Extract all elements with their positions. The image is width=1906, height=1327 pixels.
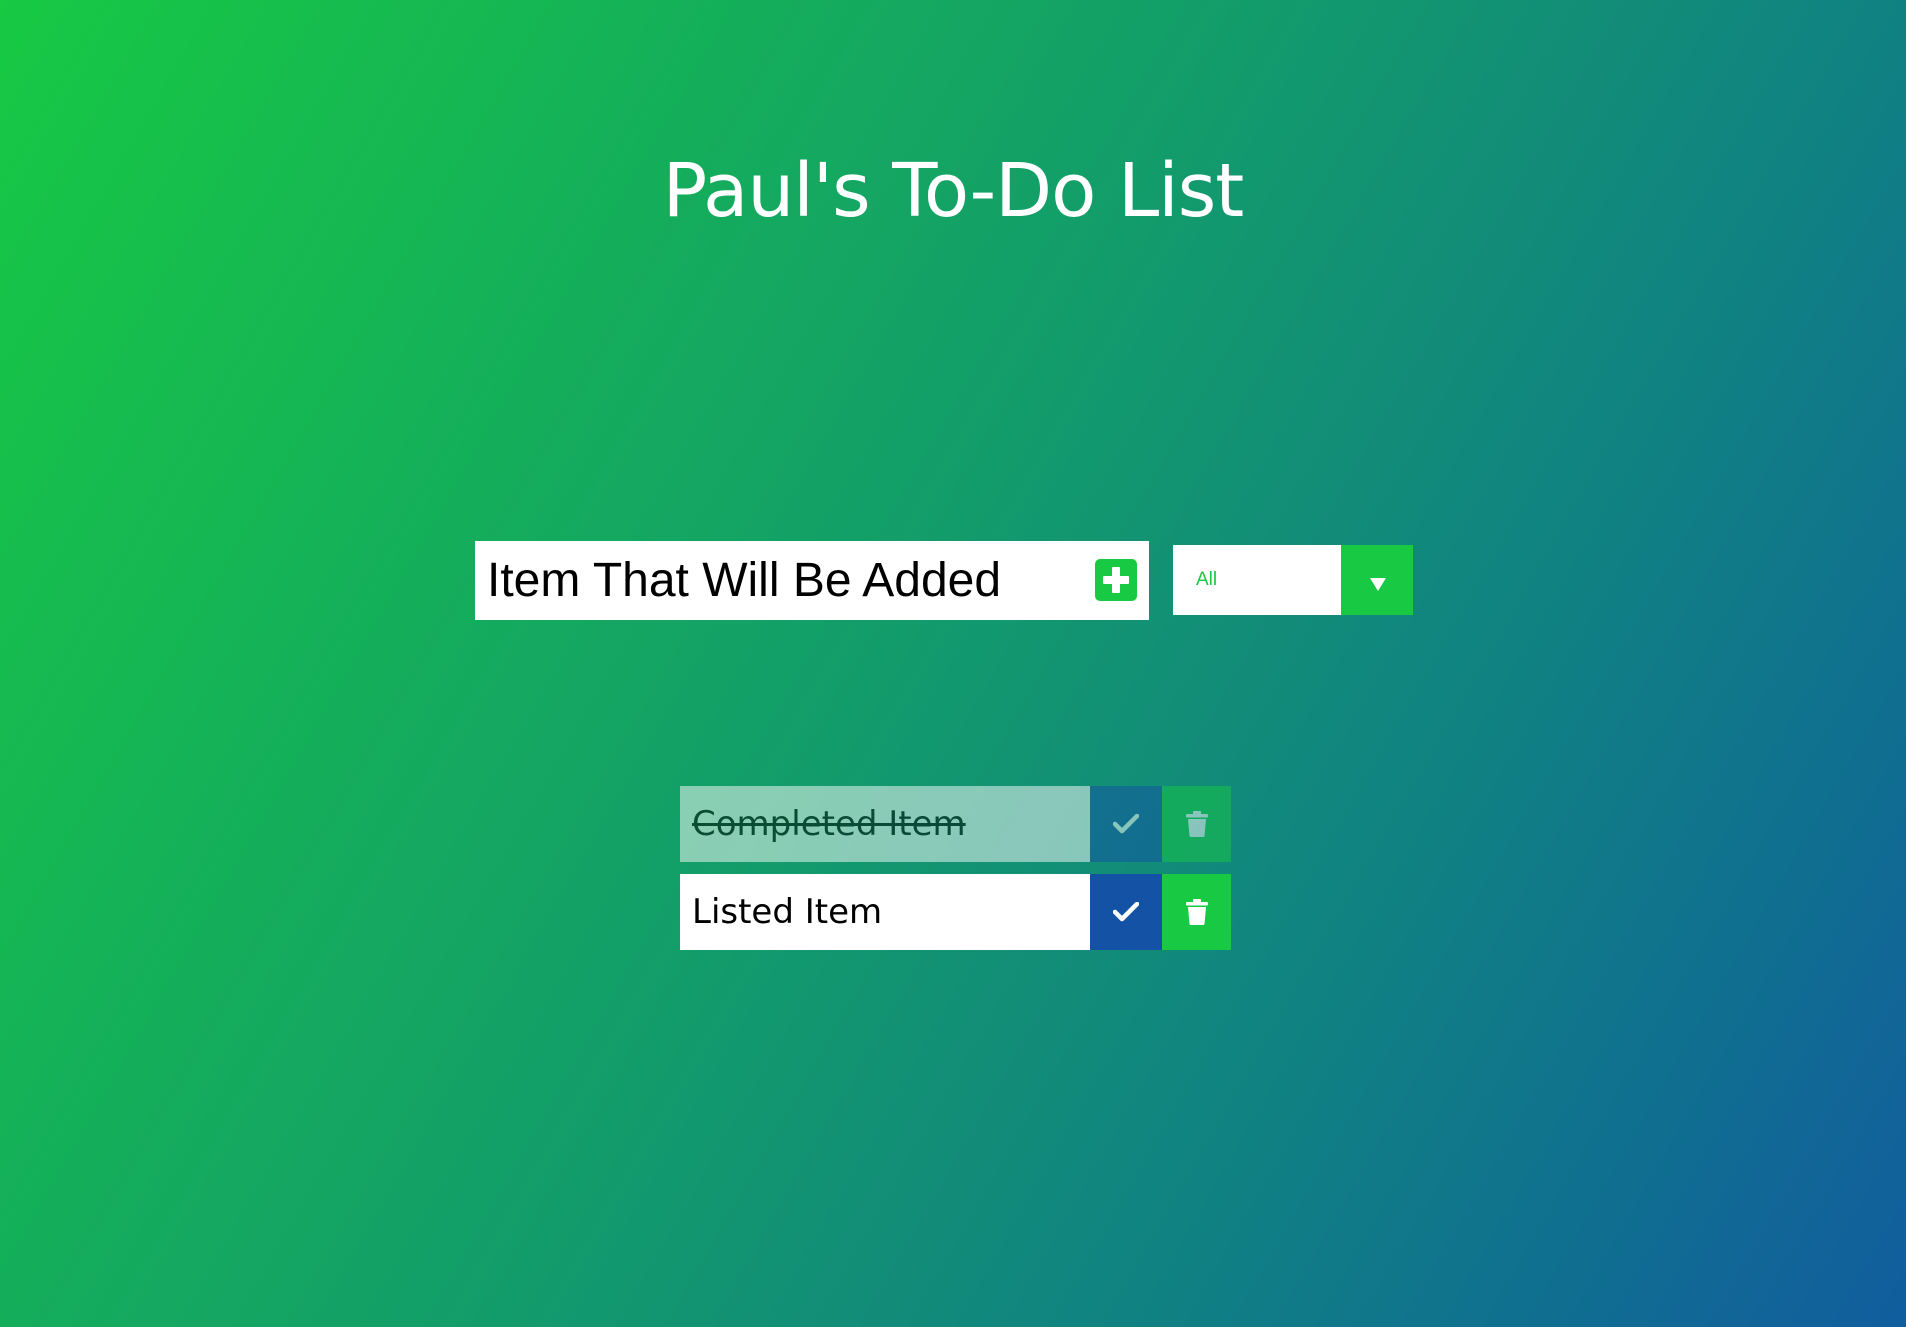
trash-icon [1185,811,1208,837]
todo-list: Completed Item Listed Item [680,786,1231,962]
delete-button[interactable] [1162,786,1231,862]
triangle-down-icon [1370,578,1386,591]
trash-icon [1185,899,1208,925]
todo-item-text: Listed Item [680,874,1090,950]
check-icon [1113,814,1139,834]
todo-item: Listed Item [680,874,1231,950]
todo-item-text: Completed Item [680,786,1090,862]
filter-dropdown-button[interactable] [1341,545,1413,615]
filter-selected-value: All [1196,569,1218,590]
check-icon [1113,902,1139,922]
add-todo-form [475,541,1149,620]
filter-select[interactable]: All [1173,545,1413,615]
complete-button[interactable] [1090,874,1162,950]
page-title: Paul's To-Do List [662,148,1245,234]
todo-input[interactable] [475,541,1075,620]
delete-button[interactable] [1162,874,1231,950]
add-todo-button[interactable] [1095,559,1137,601]
todo-item-completed: Completed Item [680,786,1231,862]
complete-button[interactable] [1090,786,1162,862]
